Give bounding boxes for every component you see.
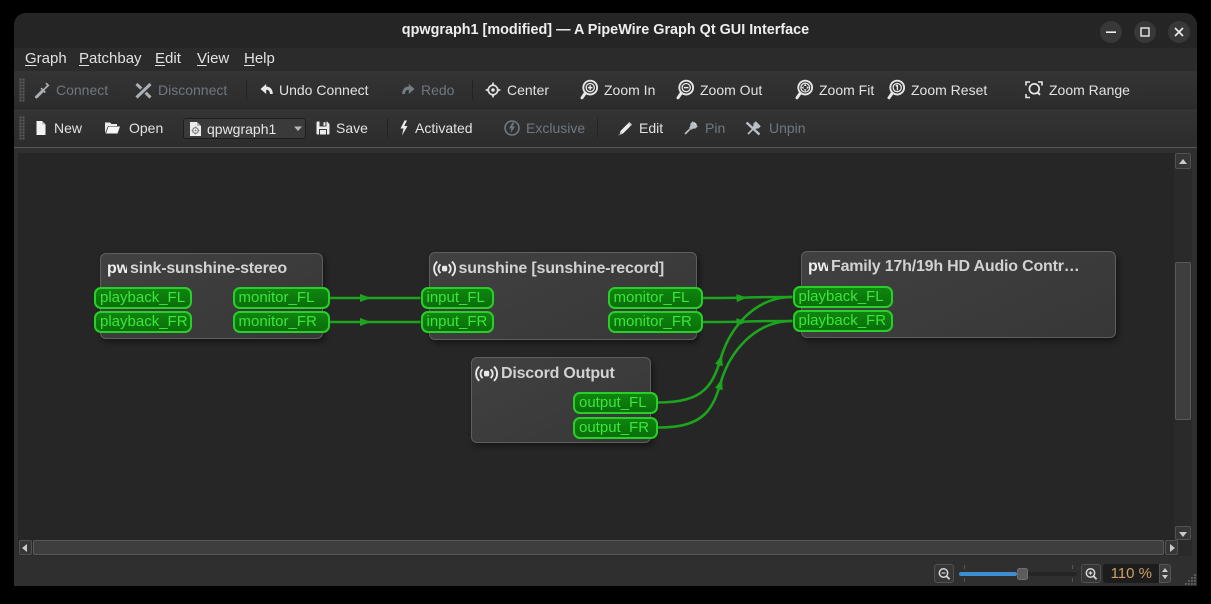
svg-text:pw: pw — [808, 259, 828, 275]
svg-text:pw: pw — [107, 261, 127, 277]
